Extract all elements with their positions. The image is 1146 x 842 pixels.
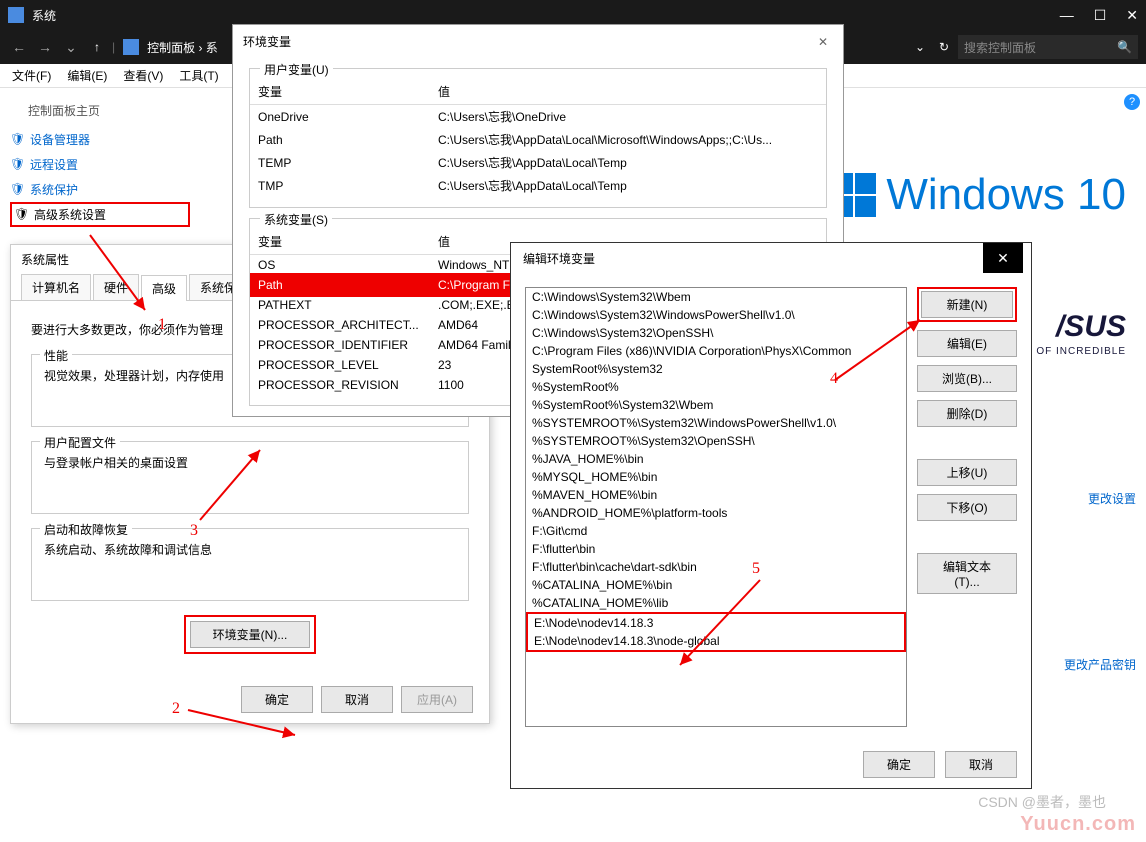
list-item[interactable]: %MYSQL_HOME%\bin	[526, 468, 906, 486]
table-row[interactable]: TMPC:\Users\忘我\AppData\Local\Temp	[250, 174, 826, 197]
table-row[interactable]: OneDriveC:\Users\忘我\OneDrive	[250, 105, 826, 128]
edit-button[interactable]: 编辑(E)	[917, 330, 1017, 357]
windows-logo-text: Windows 10	[832, 170, 1126, 220]
list-item[interactable]: C:\Windows\System32\Wbem	[526, 288, 906, 306]
tab-computer-name[interactable]: 计算机名	[21, 274, 91, 300]
startup-group: 启动和故障恢复 系统启动、系统故障和调试信息	[31, 528, 469, 601]
chevron-icon: ⌄	[60, 39, 82, 56]
list-item[interactable]: %SYSTEMROOT%\System32\OpenSSH\	[526, 432, 906, 450]
env-vars-button[interactable]: 环境变量(N)...	[190, 621, 310, 648]
dialog-title: 环境变量	[243, 33, 813, 50]
apply-button[interactable]: 应用(A)	[401, 686, 473, 713]
asus-logo: /SUS	[1056, 310, 1126, 344]
sidebar-device-manager[interactable]: 设备管理器	[10, 127, 190, 152]
list-item[interactable]: E:\Node\nodev14.18.3\node-global	[528, 632, 904, 650]
list-item[interactable]: F:\Git\cmd	[526, 522, 906, 540]
refresh-button[interactable]: ↻	[934, 40, 954, 54]
search-icon: 🔍	[1117, 40, 1132, 54]
new-button[interactable]: 新建(N)	[921, 291, 1013, 318]
list-item[interactable]: %CATALINA_HOME%\lib	[526, 594, 906, 612]
cancel-button[interactable]: 取消	[321, 686, 393, 713]
back-button[interactable]: ←	[8, 39, 30, 55]
shield-icon	[10, 132, 24, 148]
forward-button[interactable]: →	[34, 39, 56, 55]
edit-text-button[interactable]: 编辑文本(T)...	[917, 553, 1017, 594]
list-item[interactable]: %ANDROID_HOME%\platform-tools	[526, 504, 906, 522]
ok-button[interactable]: 确定	[241, 686, 313, 713]
window-title: 系统	[32, 7, 1060, 24]
system-icon	[8, 7, 24, 23]
shield-icon	[10, 157, 24, 173]
move-down-button[interactable]: 下移(O)	[917, 494, 1017, 521]
tab-advanced[interactable]: 高级	[141, 275, 187, 301]
search-input[interactable]: 搜索控制面板 🔍	[958, 35, 1138, 59]
close-button[interactable]: ✕	[983, 243, 1023, 273]
user-vars-group: 用户变量(U) 变量值 OneDriveC:\Users\忘我\OneDrive…	[249, 68, 827, 208]
list-item[interactable]: %MAVEN_HOME%\bin	[526, 486, 906, 504]
list-item[interactable]: SystemRoot%\system32	[526, 360, 906, 378]
up-button[interactable]: ↑	[86, 40, 108, 54]
sidebar-advanced-settings[interactable]: 高级系统设置	[10, 202, 190, 227]
maximize-button[interactable]: ☐	[1094, 7, 1107, 24]
edit-path-dialog: 编辑环境变量 ✕ C:\Windows\System32\WbemC:\Wind…	[510, 242, 1032, 789]
list-item[interactable]: F:\flutter\bin	[526, 540, 906, 558]
menu-view[interactable]: 查看(V)	[119, 65, 167, 86]
shield-icon	[10, 182, 24, 198]
list-item[interactable]: %JAVA_HOME%\bin	[526, 450, 906, 468]
dialog-title: 编辑环境变量	[519, 250, 983, 267]
list-item[interactable]: %SystemRoot%	[526, 378, 906, 396]
sidebar-heading: 控制面板主页	[28, 102, 190, 119]
profile-group: 用户配置文件 与登录帐户相关的桌面设置	[31, 441, 469, 514]
sidebar-remote[interactable]: 远程设置	[10, 152, 190, 177]
shield-icon	[14, 207, 28, 223]
annotation-3: 3	[190, 522, 198, 540]
move-up-button[interactable]: 上移(U)	[917, 459, 1017, 486]
search-placeholder: 搜索控制面板	[964, 39, 1036, 56]
change-settings-link[interactable]: 更改设置	[1084, 490, 1136, 507]
close-button[interactable]: ✕	[1126, 7, 1138, 24]
list-item[interactable]: E:\Node\nodev14.18.3	[528, 614, 904, 632]
list-item[interactable]: F:\flutter\bin\cache\dart-sdk\bin	[526, 558, 906, 576]
ok-button[interactable]: 确定	[863, 751, 935, 778]
annotation-1: 1	[158, 316, 166, 334]
watermark: Yuucn.com	[1020, 813, 1136, 836]
annotation-4: 4	[830, 370, 838, 388]
table-row[interactable]: PathC:\Users\忘我\AppData\Local\Microsoft\…	[250, 128, 826, 151]
menu-file[interactable]: 文件(F)	[8, 65, 55, 86]
minimize-button[interactable]: —	[1060, 7, 1074, 24]
list-item[interactable]: %SystemRoot%\System32\Wbem	[526, 396, 906, 414]
location-icon	[123, 39, 139, 55]
list-item[interactable]: %CATALINA_HOME%\bin	[526, 576, 906, 594]
cancel-button[interactable]: 取消	[945, 751, 1017, 778]
list-item[interactable]: C:\Program Files (x86)\NVIDIA Corporatio…	[526, 342, 906, 360]
list-item[interactable]: %SYSTEMROOT%\System32\WindowsPowerShell\…	[526, 414, 906, 432]
close-icon[interactable]: ✕	[813, 35, 833, 49]
path-list[interactable]: C:\Windows\System32\WbemC:\Windows\Syste…	[525, 287, 907, 727]
annotation-2: 2	[172, 700, 180, 718]
tab-hardware[interactable]: 硬件	[93, 274, 139, 300]
csdn-watermark: CSDN @墨者，墨也	[978, 792, 1106, 812]
sidebar-protection[interactable]: 系统保护	[10, 177, 190, 202]
menu-edit[interactable]: 编辑(E)	[63, 65, 111, 86]
dropdown-icon[interactable]: ⌄	[910, 40, 930, 54]
delete-button[interactable]: 删除(D)	[917, 400, 1017, 427]
table-row[interactable]: TEMPC:\Users\忘我\AppData\Local\Temp	[250, 151, 826, 174]
annotation-5: 5	[752, 560, 760, 578]
user-vars-table[interactable]: 变量值 OneDriveC:\Users\忘我\OneDrivePathC:\U…	[250, 79, 826, 197]
list-item[interactable]: C:\Windows\System32\WindowsPowerShell\v1…	[526, 306, 906, 324]
breadcrumb[interactable]: 控制面板 › 系	[147, 39, 218, 56]
browse-button[interactable]: 浏览(B)...	[917, 365, 1017, 392]
product-key-link[interactable]: 更改产品密钥	[1060, 656, 1136, 673]
menu-tools[interactable]: 工具(T)	[175, 65, 222, 86]
list-item[interactable]: C:\Windows\System32\OpenSSH\	[526, 324, 906, 342]
